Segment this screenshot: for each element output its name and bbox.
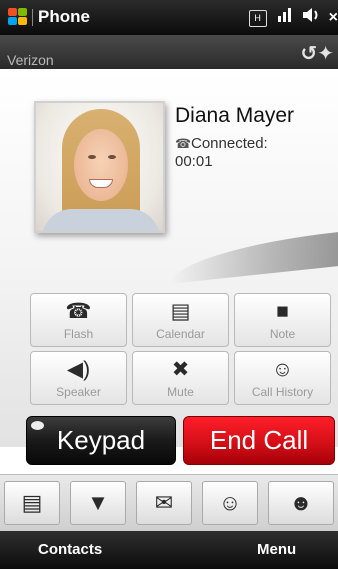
call-status: ☎Connected: — [175, 135, 268, 153]
contact-photo — [34, 101, 165, 233]
mute-button[interactable]: ✖ Mute — [132, 351, 229, 405]
end-call-label: End Call — [209, 425, 309, 455]
speaker-icon: ◀) — [66, 358, 91, 381]
message-icon[interactable]: ▼ — [70, 481, 126, 525]
flash-icon: ☎ — [65, 300, 92, 323]
mute-icon: ✖ — [171, 358, 190, 381]
softkey-bar: Contacts Menu — [0, 531, 338, 569]
volume-icon[interactable] — [301, 6, 321, 30]
call-history-label: Call History — [251, 385, 314, 399]
status-bar: Phone H × — [0, 0, 338, 35]
call-forward-icon: ✦ — [317, 43, 334, 65]
call-active-icon: ↺ — [300, 43, 318, 65]
email-icon[interactable]: ✉ — [136, 481, 192, 525]
contact-assign-icon[interactable]: ☻ — [268, 481, 334, 525]
close-icon[interactable]: × — [329, 8, 338, 28]
end-call-button[interactable]: End Call — [183, 416, 335, 465]
app-title: Phone — [38, 7, 90, 26]
call-status-text: Connected: — [191, 135, 268, 152]
note-button[interactable]: ■ Note — [234, 293, 331, 347]
mute-label: Mute — [167, 385, 194, 399]
flash-label: Flash — [63, 327, 94, 341]
contact-card-icon[interactable]: ▤ — [4, 481, 60, 525]
title-separator — [32, 9, 33, 26]
keypad-label: Keypad — [56, 425, 146, 455]
contact-name: Diana Mayer — [175, 104, 295, 127]
decorative-swoosh — [170, 232, 338, 284]
speaker-button[interactable]: ◀) Speaker — [30, 351, 127, 405]
signal-icon[interactable] — [275, 6, 293, 30]
network-h-icon[interactable]: H — [248, 9, 267, 27]
contacts-softkey[interactable]: Contacts — [38, 541, 102, 558]
call-duration: 00:01 — [175, 153, 213, 170]
note-icon: ■ — [276, 300, 289, 323]
calendar-button[interactable]: ▤ Calendar — [132, 293, 229, 347]
calendar-icon: ▤ — [170, 300, 191, 323]
speaker-label: Speaker — [56, 385, 101, 399]
call-status-icon: ☎ — [175, 136, 192, 151]
calendar-label: Calendar — [156, 327, 205, 341]
phone-screen: Phone H × Verizon ↺✦ Diana Mayer ☎Connec… — [0, 0, 338, 569]
menu-softkey[interactable]: Menu — [257, 541, 296, 558]
call-history-button[interactable]: ☺ Call History — [234, 351, 331, 405]
keypad-button[interactable]: Keypad — [26, 416, 176, 465]
windows-logo-icon[interactable] — [8, 8, 28, 26]
flash-button[interactable]: ☎ Flash — [30, 293, 127, 347]
note-label: Note — [269, 327, 296, 341]
call-history-icon: ☺ — [271, 358, 294, 381]
carrier-name: Verizon — [7, 52, 54, 68]
carrier-icons: ↺✦ — [300, 41, 334, 66]
keypad-indicator-icon — [31, 421, 44, 430]
quick-tabs: ▤ ▼ ✉ ☺ ☻ — [0, 474, 338, 531]
contact-time-icon[interactable]: ☺ — [202, 481, 258, 525]
status-icons: H × — [248, 6, 338, 30]
